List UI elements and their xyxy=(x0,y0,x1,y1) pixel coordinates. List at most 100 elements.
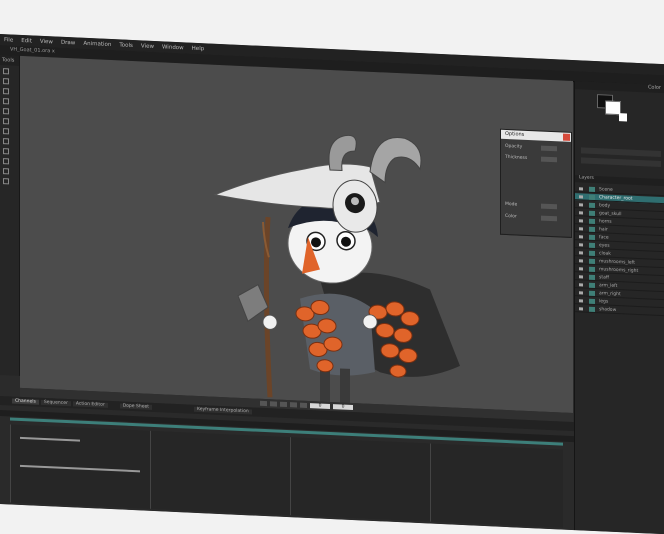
tools-panel: Tools xyxy=(0,55,20,376)
layer-thumbnail xyxy=(589,202,595,209)
color-slider[interactable] xyxy=(581,147,661,158)
layer-thumbnail xyxy=(589,250,595,257)
tab-dope-sheet[interactable]: Dope Sheet xyxy=(119,403,153,410)
eye-icon[interactable] xyxy=(579,291,583,295)
layer-thumbnail xyxy=(589,242,595,249)
layer-thumbnail xyxy=(589,266,595,273)
eye-icon[interactable] xyxy=(579,219,583,223)
current-frame-field[interactable]: 0 xyxy=(310,403,330,409)
eye-icon[interactable] xyxy=(579,211,583,215)
play-icon[interactable] xyxy=(280,401,287,408)
dialog-field[interactable] xyxy=(541,156,557,163)
document-tab[interactable]: VH_Goat_01.ora x xyxy=(10,46,55,54)
layer-thumbnail xyxy=(589,282,595,289)
keyframe-range[interactable] xyxy=(20,436,80,442)
eye-icon[interactable] xyxy=(579,187,583,191)
prev-frame-icon[interactable] xyxy=(270,401,277,407)
layer-label: mushrooms_left xyxy=(599,259,635,266)
dialog-row-label: Opacity xyxy=(505,143,523,150)
application-window: File Edit View Draw Animation Tools View… xyxy=(0,34,664,534)
layer-thumbnail xyxy=(589,290,595,297)
menu-item-view-2[interactable]: View xyxy=(141,43,154,50)
transform-tool-icon[interactable] xyxy=(3,138,9,145)
shape-tool-icon[interactable] xyxy=(3,118,9,125)
layer-thumbnail xyxy=(589,194,595,201)
eye-icon[interactable] xyxy=(579,203,583,207)
dialog-row-label: Color xyxy=(505,213,517,220)
eye-icon[interactable] xyxy=(579,195,583,199)
eye-icon[interactable] xyxy=(579,235,583,239)
layer-label: face xyxy=(599,235,609,241)
menu-item-animation[interactable]: Animation xyxy=(83,40,111,47)
grid-line xyxy=(150,430,151,509)
eye-icon[interactable] xyxy=(579,251,583,255)
opacity-slider[interactable] xyxy=(581,157,661,168)
character-illustration xyxy=(213,134,460,403)
move-tool-icon[interactable] xyxy=(3,78,9,85)
layer-label: mushrooms_right xyxy=(599,267,639,274)
grid-line xyxy=(10,424,11,503)
hand-tool-icon[interactable] xyxy=(3,168,9,175)
menu-item-view[interactable]: View xyxy=(40,38,53,45)
layer-label: Character_root xyxy=(599,195,633,202)
eye-icon[interactable] xyxy=(579,307,583,311)
canvas-viewport[interactable] xyxy=(20,55,573,414)
layer-thumbnail xyxy=(589,226,595,233)
zoom-tool-icon[interactable] xyxy=(3,158,9,165)
dialog-row-label: Thickness xyxy=(505,154,528,161)
bone-tool-icon[interactable] xyxy=(3,148,9,155)
menu-item-help[interactable]: Help xyxy=(192,45,205,52)
eyedropper-tool-icon[interactable] xyxy=(3,178,9,185)
layer-label: arm_left xyxy=(599,283,618,290)
eye-icon[interactable] xyxy=(579,227,583,231)
menu-item-edit[interactable]: Edit xyxy=(21,37,32,43)
eye-icon[interactable] xyxy=(579,243,583,247)
menu-item-window[interactable]: Window xyxy=(162,44,184,51)
layer-label: goat_skull xyxy=(599,211,622,218)
keyframe-range[interactable] xyxy=(20,464,140,473)
text-tool-icon[interactable] xyxy=(3,128,9,135)
staff-drawing xyxy=(237,216,273,398)
eraser-tool-icon[interactable] xyxy=(3,98,9,105)
layer-label: body xyxy=(599,203,611,209)
select-tool-icon[interactable] xyxy=(3,68,9,75)
menu-item-draw[interactable]: Draw xyxy=(61,39,75,46)
first-frame-icon[interactable] xyxy=(260,400,267,407)
layer-label: shadow xyxy=(599,307,617,313)
layer-label: Scene xyxy=(599,187,613,193)
options-dialog-title-text: Options xyxy=(505,130,525,138)
interpolation-dropdown[interactable]: Keyframe Interpolation xyxy=(194,406,252,415)
right-panel: Color Layers Scene Character_root body goat… xyxy=(574,81,664,534)
layer-thumbnail xyxy=(589,258,595,265)
tab-action-editor[interactable]: Action Editor xyxy=(72,401,108,408)
layer-thumbnail xyxy=(589,218,595,225)
dialog-field[interactable] xyxy=(541,145,557,152)
end-frame-field[interactable]: 0 xyxy=(333,404,353,411)
brush-tool-icon[interactable] xyxy=(3,88,9,95)
layer-thumbnail xyxy=(589,186,595,193)
layer-label: cloak xyxy=(599,251,611,257)
tab-sequencer[interactable]: Sequencer xyxy=(40,399,71,407)
options-dialog-title: Options xyxy=(501,129,571,142)
layer-thumbnail xyxy=(589,274,595,281)
eye-icon[interactable] xyxy=(579,299,583,303)
layer-label: eyes xyxy=(599,243,610,249)
layer-thumbnail xyxy=(589,234,595,241)
eye-icon[interactable] xyxy=(579,283,583,287)
menu-item-file[interactable]: File xyxy=(4,37,13,43)
color-preview[interactable] xyxy=(619,113,627,122)
dialog-row-label: Mode xyxy=(505,201,518,208)
last-frame-icon[interactable] xyxy=(300,402,307,408)
options-dialog: Options Opacity Thickness Mode Color xyxy=(500,128,572,238)
fill-tool-icon[interactable] xyxy=(3,108,9,115)
eye-icon[interactable] xyxy=(579,275,583,279)
eye-icon[interactable] xyxy=(579,267,583,271)
tab-channels[interactable]: Channels xyxy=(12,398,39,405)
dialog-field[interactable] xyxy=(541,215,557,222)
close-icon[interactable] xyxy=(563,133,570,141)
eye-icon[interactable] xyxy=(579,259,583,263)
dialog-field[interactable] xyxy=(541,203,557,210)
menu-item-tools[interactable]: Tools xyxy=(119,42,133,49)
layer-thumbnail xyxy=(589,298,595,305)
next-frame-icon[interactable] xyxy=(290,402,297,408)
